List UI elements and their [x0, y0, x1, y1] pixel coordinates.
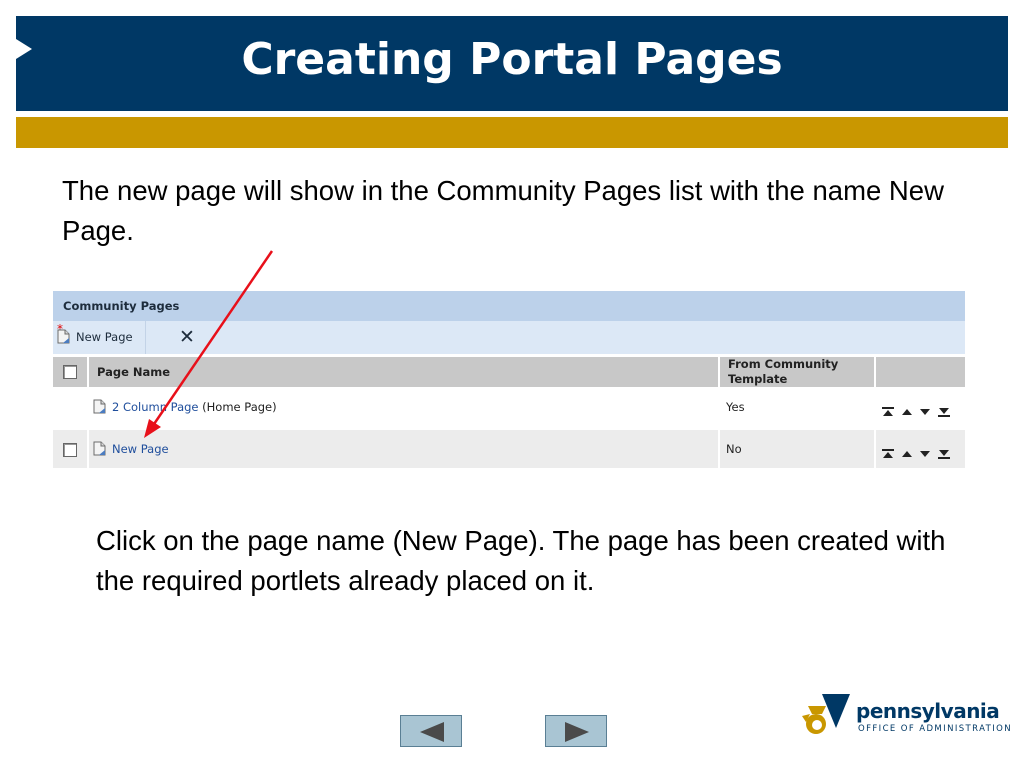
move-bottom-icon[interactable] — [938, 402, 950, 421]
move-up-icon[interactable] — [901, 444, 913, 463]
column-page-name[interactable]: Page Name — [89, 357, 718, 387]
page-link-2-column-page[interactable]: 2 Column Page — [112, 400, 199, 414]
delete-icon[interactable]: ✕ — [177, 321, 197, 354]
instruction-text: Click on the page name (New Page). The p… — [96, 525, 946, 596]
order-controls — [882, 444, 962, 459]
move-top-icon[interactable] — [882, 402, 894, 421]
table-row: 2 Column Page (Home Page) Yes — [53, 388, 965, 426]
column-page-name-label: Page Name — [97, 365, 171, 379]
page-icon — [93, 399, 106, 414]
move-top-icon[interactable] — [882, 444, 894, 463]
logo-name: pennsylvania — [856, 699, 1000, 723]
cell-divider — [87, 430, 89, 468]
page-name-cell: 2 Column Page (Home Page) — [93, 388, 277, 426]
column-from-template[interactable]: From Community Template — [720, 357, 874, 387]
logo-subtitle: OFFICE OF ADMINISTRATION — [858, 724, 1012, 734]
from-template-value: Yes — [726, 400, 745, 414]
new-page-label: New Page — [76, 330, 133, 344]
page-icon — [93, 441, 106, 456]
table-row: New Page No — [53, 430, 965, 468]
order-controls — [882, 402, 962, 417]
move-down-icon[interactable] — [919, 444, 931, 463]
page-icon — [57, 329, 70, 344]
title-bar: Creating Portal Pages — [16, 16, 1008, 111]
triangle-left-icon — [420, 722, 444, 742]
home-page-suffix: (Home Page) — [202, 400, 277, 414]
previous-slide-button[interactable] — [400, 715, 462, 747]
triangle-right-icon — [565, 722, 589, 742]
pennsylvania-logo-icon — [802, 694, 850, 734]
column-order — [876, 357, 965, 387]
move-bottom-icon[interactable] — [938, 444, 950, 463]
select-all-checkbox[interactable] — [63, 365, 77, 379]
panel-toolbar: * New Page ✕ — [53, 321, 965, 354]
intro-text: The new page will show in the Community … — [62, 175, 944, 246]
move-down-icon[interactable] — [919, 402, 931, 421]
column-from-template-label: From Community Template — [728, 357, 839, 386]
new-page-button[interactable]: * New Page — [57, 321, 146, 354]
page-link-new-page[interactable]: New Page — [112, 442, 169, 456]
page-name-cell: New Page — [93, 430, 169, 468]
from-template-value: No — [726, 442, 742, 456]
slide-title: Creating Portal Pages — [241, 34, 783, 85]
select-all-header — [53, 357, 87, 387]
row-select-checkbox[interactable] — [63, 443, 77, 457]
accent-bar — [16, 117, 1008, 148]
column-header-row: Page Name From Community Template — [53, 354, 965, 388]
move-up-icon[interactable] — [901, 402, 913, 421]
cell-divider — [718, 430, 720, 468]
next-slide-button[interactable] — [545, 715, 607, 747]
panel-header: Community Pages — [53, 291, 965, 321]
cell-divider — [874, 430, 876, 468]
community-pages-panel: Community Pages * New Page ✕ Page Name F… — [53, 291, 965, 471]
